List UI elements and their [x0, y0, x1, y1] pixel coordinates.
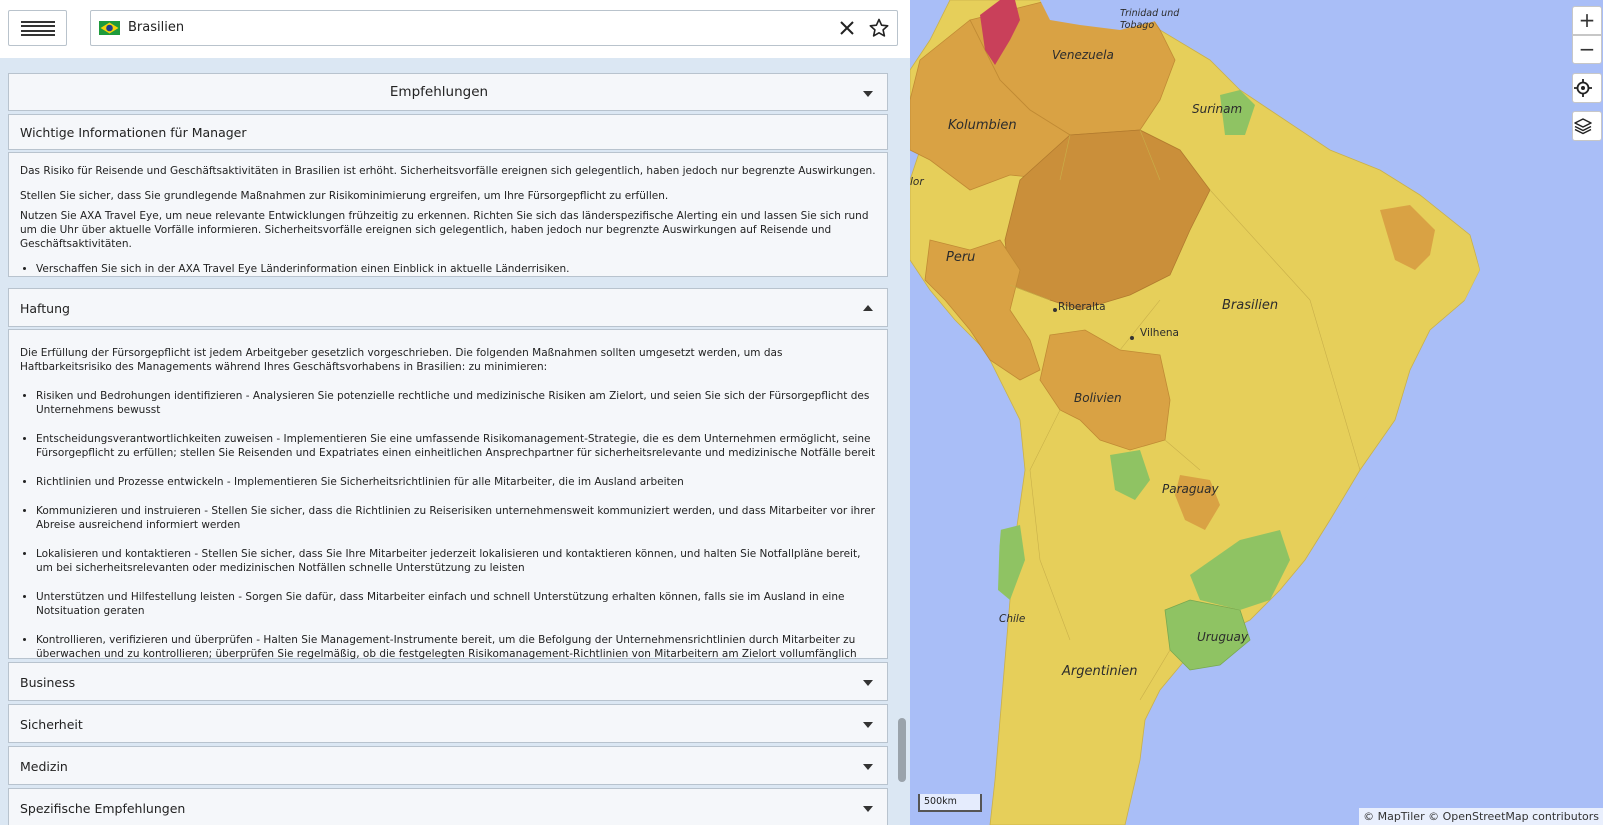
- scrollbar-thumb[interactable]: [898, 718, 906, 782]
- locate-icon: [1574, 79, 1592, 97]
- section-managers-header[interactable]: Wichtige Informationen für Manager: [8, 114, 888, 150]
- favorite-star-icon[interactable]: [867, 16, 891, 40]
- chevron-down-icon: [863, 91, 873, 97]
- recommendations-content: Empfehlungen Wichtige Informationen für …: [8, 73, 888, 825]
- chevron-down-icon: [863, 680, 873, 686]
- section-managers-body: Das Risiko für Reisende und Geschäftsakt…: [8, 152, 888, 277]
- layers-button[interactable]: [1572, 111, 1602, 141]
- section-medicine-header[interactable]: Medizin: [8, 746, 888, 785]
- zoom-out-button[interactable]: −: [1572, 35, 1602, 64]
- city-vilhena-dot: [1130, 336, 1134, 340]
- section-title: Haftung: [20, 301, 70, 316]
- paragraph: Die Erfüllung der Fürsorgepflicht ist je…: [20, 347, 783, 373]
- section-title: Business: [20, 675, 76, 690]
- list-item: Unterstützen und Hilfestellung leisten -…: [36, 590, 876, 618]
- brazil-flag-icon: [99, 21, 120, 35]
- section-title: Sicherheit: [20, 717, 83, 732]
- hamburger-icon: [21, 21, 55, 36]
- section-title: Medizin: [20, 759, 68, 774]
- map-label-kolumbien: Kolumbien: [948, 118, 1017, 133]
- list-item: Verschaffen Sie sich in der AXA Travel E…: [36, 262, 876, 276]
- map-label-uruguay: Uruguay: [1197, 630, 1248, 644]
- section-haftung-header[interactable]: Haftung: [8, 288, 888, 327]
- chevron-up-icon: [863, 305, 873, 311]
- map-label-vilhena: Vilhena: [1140, 327, 1179, 339]
- section-business-header[interactable]: Business: [8, 662, 888, 701]
- list-item: Risiken und Bedrohungen identifizieren -…: [36, 389, 876, 417]
- map-label-venezuela: Venezuela: [1052, 48, 1114, 62]
- list-item: Entscheidungsverantwortlichkeiten zuweis…: [36, 432, 876, 460]
- chevron-down-icon: [863, 764, 873, 770]
- menu-button[interactable]: [8, 10, 67, 46]
- map-label-peru: Peru: [946, 250, 976, 265]
- map-label-bolivien: Bolivien: [1074, 391, 1122, 405]
- list-item: Kommunizieren und instruieren - Stellen …: [36, 504, 876, 532]
- country-search-field[interactable]: Brasilien: [90, 10, 898, 46]
- section-title: Wichtige Informationen für Manager: [20, 125, 247, 140]
- chevron-down-icon: [863, 722, 873, 728]
- zoom-in-button[interactable]: +: [1572, 6, 1602, 35]
- city-riberalta-dot: [1053, 308, 1057, 312]
- list-item: Richtlinien und Prozesse entwickeln - Im…: [36, 475, 876, 489]
- map-label-ecuador: lor: [910, 176, 924, 188]
- map-label-riberalta: Riberalta: [1058, 301, 1106, 313]
- map-label-paraguay: Paraguay: [1162, 482, 1219, 496]
- map-label-surinam: Surinam: [1192, 102, 1243, 116]
- info-panel: Brasilien Empfehlungen Wichtige Informat…: [0, 0, 910, 825]
- section-haftung-body: Die Erfüllung der Fürsorgepflicht ist je…: [8, 329, 888, 674]
- map-label-brasilien: Brasilien: [1222, 298, 1279, 313]
- map-attribution[interactable]: © MapTiler © OpenStreetMap contributors: [1359, 808, 1603, 825]
- top-bar: Brasilien: [0, 0, 910, 58]
- scrollbar[interactable]: [895, 58, 910, 825]
- chevron-down-icon: [863, 806, 873, 812]
- map-scale: 500km: [918, 794, 982, 812]
- map-label-argentinien: Argentinien: [1062, 664, 1138, 679]
- recommendations-header[interactable]: Empfehlungen: [8, 73, 888, 111]
- locate-button[interactable]: [1572, 73, 1602, 103]
- map-label-chile: Chile: [999, 613, 1026, 625]
- section-title: Spezifische Empfehlungen: [20, 801, 186, 816]
- map-label-trinidad: Trinidad und Tobago: [1120, 8, 1180, 31]
- risk-map[interactable]: Trinidad und Tobago Venezuela Surinam Ko…: [910, 0, 1603, 825]
- section-specific-header[interactable]: Spezifische Empfehlungen: [8, 788, 888, 825]
- list-item: Lokalisieren und kontaktieren - Stellen …: [36, 547, 876, 575]
- paragraph: Stellen Sie sicher, dass Sie grundlegend…: [20, 190, 669, 202]
- section-security-header[interactable]: Sicherheit: [8, 704, 888, 743]
- selected-country: Brasilien: [128, 20, 185, 35]
- ocean-west: [910, 400, 1005, 825]
- paragraph: Das Risiko für Reisende und Geschäftsakt…: [20, 165, 876, 177]
- paragraph: Nutzen Sie AXA Travel Eye, um neue relev…: [20, 210, 869, 250]
- layers-icon: [1574, 118, 1592, 135]
- page-title: Empfehlungen: [389, 84, 489, 100]
- close-icon[interactable]: [835, 16, 859, 40]
